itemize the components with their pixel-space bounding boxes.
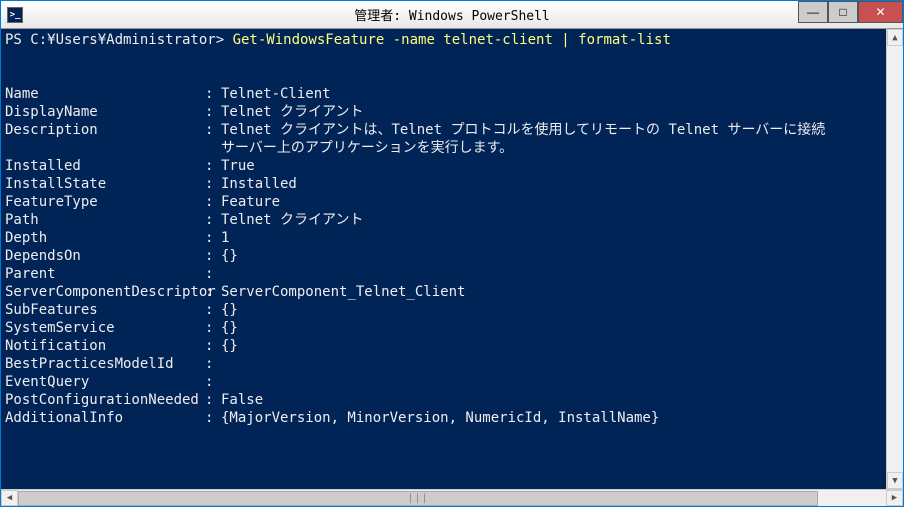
property-row: DisplayName: Telnet クライアント — [5, 103, 882, 121]
property-separator: : — [205, 157, 221, 175]
property-key: SystemService — [5, 319, 205, 337]
content-area: PS C:¥Users¥Administrator> Get-WindowsFe… — [1, 29, 903, 506]
property-value: {MajorVersion, MinorVersion, NumericId, … — [221, 410, 659, 426]
scroll-left-button[interactable]: ◀ — [1, 490, 18, 506]
property-key: DependsOn — [5, 247, 205, 265]
property-key: DisplayName — [5, 103, 205, 121]
vscroll-track[interactable] — [887, 46, 903, 472]
property-row: SubFeatures: {} — [5, 301, 882, 319]
property-row: AdditionalInfo: {MajorVersion, MinorVers… — [5, 409, 882, 427]
property-key: FeatureType — [5, 193, 205, 211]
property-key: Depth — [5, 229, 205, 247]
property-value: Telnet クライアントは、Telnet プロトコルを使用してリモートの Te… — [221, 122, 825, 138]
hscroll-track[interactable]: ||| — [18, 490, 886, 506]
property-key: ServerComponentDescriptor — [5, 283, 205, 301]
property-value: {} — [221, 320, 238, 336]
property-value: {} — [221, 248, 238, 264]
property-separator: : — [205, 247, 221, 265]
property-separator: : — [205, 193, 221, 211]
property-value: {} — [221, 338, 238, 354]
property-value: 1 — [221, 230, 229, 246]
property-row: BestPracticesModelId: — [5, 355, 882, 373]
property-row: Notification: {} — [5, 337, 882, 355]
property-key: Description — [5, 121, 205, 139]
property-separator: : — [205, 175, 221, 193]
property-row: サーバー上のアプリケーションを実行します。 — [5, 139, 882, 157]
property-key: Path — [5, 211, 205, 229]
property-row: SystemService: {} — [5, 319, 882, 337]
prompt-text: PS C:¥Users¥Administrator> — [5, 32, 233, 48]
property-value: {} — [221, 302, 238, 318]
property-separator: : — [205, 121, 221, 139]
vertical-scrollbar[interactable]: ▲ ▼ — [886, 29, 903, 489]
property-key: SubFeatures — [5, 301, 205, 319]
property-separator: : — [205, 103, 221, 121]
property-value: Telnet-Client — [221, 86, 331, 102]
property-row: Path: Telnet クライアント — [5, 211, 882, 229]
command-line: PS C:¥Users¥Administrator> Get-WindowsFe… — [5, 31, 882, 49]
property-key: Parent — [5, 265, 205, 283]
property-separator: : — [205, 337, 221, 355]
property-separator: : — [205, 355, 221, 373]
property-key: AdditionalInfo — [5, 409, 205, 427]
property-row: Depth: 1 — [5, 229, 882, 247]
property-separator: : — [205, 301, 221, 319]
property-row: DependsOn: {} — [5, 247, 882, 265]
powershell-window: >_ 管理者: Windows PowerShell — □ ✕ PS C:¥U… — [0, 0, 904, 507]
window-controls: — □ ✕ — [798, 1, 903, 28]
property-separator: : — [205, 319, 221, 337]
console-output[interactable]: PS C:¥Users¥Administrator> Get-WindowsFe… — [1, 29, 886, 489]
property-separator: : — [205, 283, 221, 301]
property-row: Parent: — [5, 265, 882, 283]
property-separator: : — [205, 211, 221, 229]
powershell-icon: >_ — [7, 7, 23, 23]
window-title: 管理者: Windows PowerShell — [354, 5, 550, 24]
blank-line — [5, 67, 882, 85]
property-row: Installed: True — [5, 157, 882, 175]
scroll-right-button[interactable]: ▶ — [886, 490, 903, 506]
property-row: FeatureType: Feature — [5, 193, 882, 211]
property-key: EventQuery — [5, 373, 205, 391]
property-separator — [205, 139, 221, 157]
property-key: Name — [5, 85, 205, 103]
property-row: InstallState: Installed — [5, 175, 882, 193]
property-separator: : — [205, 229, 221, 247]
command-text: Get-WindowsFeature -name telnet-client |… — [233, 32, 671, 48]
property-key: Installed — [5, 157, 205, 175]
property-separator: : — [205, 391, 221, 409]
property-key: InstallState — [5, 175, 205, 193]
minimize-button[interactable]: — — [798, 1, 828, 23]
property-value: True — [221, 158, 255, 174]
property-value: Telnet クライアント — [221, 104, 363, 120]
property-separator: : — [205, 373, 221, 391]
property-row: EventQuery: — [5, 373, 882, 391]
horizontal-scrollbar[interactable]: ◀ ||| ▶ — [1, 489, 903, 506]
property-value: Installed — [221, 176, 297, 192]
property-row: ServerComponentDescriptor: ServerCompone… — [5, 283, 882, 301]
hscroll-grip-icon: ||| — [407, 493, 428, 504]
maximize-button[interactable]: □ — [828, 1, 858, 23]
property-value: Feature — [221, 194, 280, 210]
property-separator: : — [205, 409, 221, 427]
scroll-up-button[interactable]: ▲ — [887, 29, 903, 46]
titlebar[interactable]: >_ 管理者: Windows PowerShell — □ ✕ — [1, 1, 903, 29]
property-key: PostConfigurationNeeded — [5, 391, 205, 409]
scroll-down-button[interactable]: ▼ — [887, 472, 903, 489]
hscroll-thumb[interactable]: ||| — [18, 491, 818, 506]
property-row: Name: Telnet-Client — [5, 85, 882, 103]
property-key: BestPracticesModelId — [5, 355, 205, 373]
blank-line — [5, 49, 882, 67]
property-value: Telnet クライアント — [221, 212, 363, 228]
property-row: Description: Telnet クライアントは、Telnet プロトコル… — [5, 121, 882, 139]
property-value: サーバー上のアプリケーションを実行します。 — [221, 140, 513, 156]
property-key: Notification — [5, 337, 205, 355]
property-row: PostConfigurationNeeded: False — [5, 391, 882, 409]
property-value: False — [221, 392, 263, 408]
property-separator: : — [205, 265, 221, 283]
close-button[interactable]: ✕ — [858, 1, 903, 23]
property-value: ServerComponent_Telnet_Client — [221, 284, 465, 300]
property-separator: : — [205, 85, 221, 103]
